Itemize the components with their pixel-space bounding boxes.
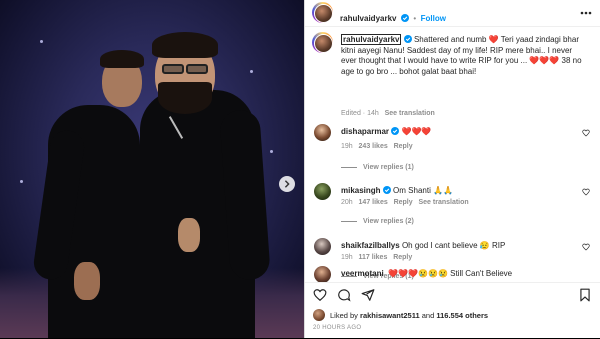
likes-count[interactable]: 116.554 others xyxy=(436,311,488,320)
heart-icon[interactable] xyxy=(582,188,590,196)
comment-text: Om Shanti 🙏🙏 xyxy=(393,186,453,195)
caption: rahulvaidyarkv Shattered and numb ❤️ Ter… xyxy=(305,32,600,122)
comment-item: mikasingh Om Shanti 🙏🙏 20h 147 likes Rep… xyxy=(305,183,600,243)
separator: • xyxy=(413,14,417,23)
comment-avatar[interactable] xyxy=(314,183,331,200)
edited-label: Edited · 14h xyxy=(341,110,379,117)
verified-icon xyxy=(403,35,412,43)
comments-section: rahulvaidyarkv Shattered and numb ❤️ Ter… xyxy=(305,26,600,282)
reply-button[interactable]: Reply xyxy=(394,143,413,150)
post-actions: Liked by rakhisawant2511 and 116.554 oth… xyxy=(305,282,600,339)
comment-likes[interactable]: 147 likes xyxy=(359,199,388,206)
post-header: rahulvaidyarkv • Follow xyxy=(305,0,600,27)
liked-by-and: and xyxy=(421,310,435,320)
view-replies-label: View replies (2) xyxy=(363,218,414,225)
stage-light xyxy=(270,150,273,153)
follow-button[interactable]: Follow xyxy=(421,14,446,23)
comment-text: Oh god I cant believe 😥 RIP xyxy=(401,241,506,250)
stage-light xyxy=(20,180,23,183)
comment-avatar[interactable] xyxy=(314,238,331,255)
liked-by: Liked by rakhisawant2511 and 116.554 oth… xyxy=(313,309,488,321)
comment-time: 19h xyxy=(341,254,353,261)
caption-username[interactable]: rahulvaidyarkv xyxy=(341,34,402,45)
comment-body: shaikfazilballys Oh god I cant believe 😥… xyxy=(341,241,505,252)
stage-light xyxy=(250,70,253,73)
liker-avatar[interactable] xyxy=(313,309,325,321)
comment-likes[interactable]: 117 likes xyxy=(359,254,388,261)
see-translation-link[interactable]: See translation xyxy=(385,110,435,117)
comment-username[interactable]: shaikfazilballys xyxy=(341,241,400,250)
comment-body: veermotani ❤️❤️❤️😢😢😢 Still Can't Believe xyxy=(341,269,512,280)
view-replies-button[interactable]: View replies (1) xyxy=(341,164,414,171)
verified-icon xyxy=(400,14,409,22)
share-icon[interactable] xyxy=(361,288,375,302)
liked-by-prefix: Liked by xyxy=(330,310,358,320)
heart-icon[interactable] xyxy=(313,288,327,302)
comment-likes[interactable]: 243 likes xyxy=(359,143,388,150)
comment-username[interactable]: veermotani xyxy=(341,269,384,278)
comment-time: 19h xyxy=(341,143,353,150)
comment-item: dishaparmar ❤️❤️❤️ 19h 243 likes Reply V… xyxy=(305,124,600,184)
comment-text: ❤️❤️❤️ xyxy=(401,127,432,136)
comment-body: mikasingh Om Shanti 🙏🙏 xyxy=(341,186,453,197)
comment-avatar[interactable] xyxy=(314,266,331,282)
comment-meta: 19h 243 likes Reply xyxy=(341,143,413,150)
comment-username[interactable]: dishaparmar xyxy=(341,127,389,136)
next-photo-button[interactable] xyxy=(279,176,295,192)
caption-text-block: rahulvaidyarkv Shattered and numb ❤️ Ter… xyxy=(341,34,589,77)
header-username[interactable]: rahulvaidyarkv xyxy=(340,14,396,23)
view-replies-button[interactable]: View replies (2) xyxy=(341,218,414,225)
comment-meta: 20h 147 likes Reply See translation xyxy=(341,199,469,206)
stage-light xyxy=(40,40,43,43)
comment-username[interactable]: mikasingh xyxy=(341,186,381,195)
avatar[interactable] xyxy=(314,4,333,23)
post-photo[interactable] xyxy=(0,0,304,338)
comment-item: veermotani ❤️❤️❤️😢😢😢 Still Can't Believe xyxy=(305,266,600,282)
post-panel: rahulvaidyarkv • Follow rahulvaidyarkv S… xyxy=(304,0,600,338)
comment-text: ❤️❤️❤️😢😢😢 Still Can't Believe xyxy=(388,269,513,278)
caption-meta: Edited · 14h See translation xyxy=(341,110,435,117)
chevron-right-icon xyxy=(284,180,290,188)
comment-body: dishaparmar ❤️❤️❤️ xyxy=(341,127,431,138)
comment-avatar[interactable] xyxy=(314,124,331,141)
more-icon[interactable] xyxy=(580,9,592,17)
verified-icon xyxy=(391,127,400,135)
reply-button[interactable]: Reply xyxy=(393,254,412,261)
reply-button[interactable]: Reply xyxy=(394,199,413,206)
caption-avatar[interactable] xyxy=(314,34,333,53)
heart-icon[interactable] xyxy=(582,129,590,137)
liked-by-user[interactable]: rakhisawant2511 xyxy=(360,311,420,320)
comment-time: 20h xyxy=(341,199,353,206)
heart-icon[interactable] xyxy=(582,243,590,251)
bookmark-icon[interactable] xyxy=(578,288,592,302)
see-translation-link[interactable]: See translation xyxy=(418,199,468,206)
comment-icon[interactable] xyxy=(337,288,351,302)
view-replies-label: View replies (1) xyxy=(363,164,414,171)
verified-icon xyxy=(382,186,391,194)
comment-meta: 19h 117 likes Reply xyxy=(341,254,412,261)
post-timestamp[interactable]: 20 HOURS AGO xyxy=(313,325,361,331)
